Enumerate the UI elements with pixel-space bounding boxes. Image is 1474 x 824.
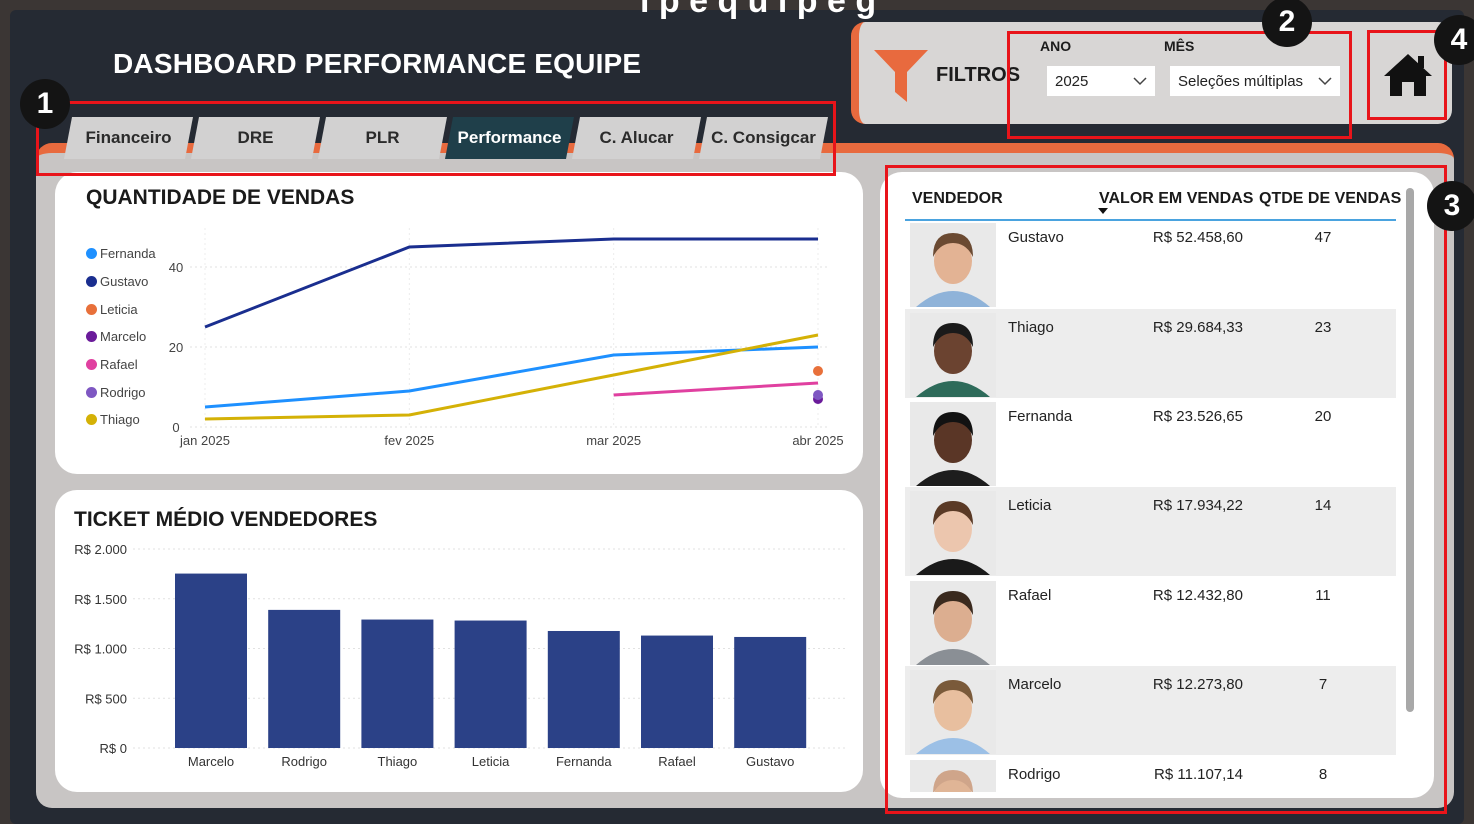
bar-marcelo[interactable]	[175, 573, 247, 748]
bar-rafael[interactable]	[641, 635, 713, 748]
bar-fernanda[interactable]	[547, 630, 620, 748]
bar-leticia[interactable]	[454, 620, 527, 748]
y-tick-label: R$ 1.500	[74, 592, 127, 607]
highlight-box-filters	[1007, 31, 1352, 139]
x-tick-label: Thiago	[378, 754, 418, 769]
x-tick-label: Leticia	[472, 754, 510, 769]
highlight-box-table	[885, 165, 1447, 814]
x-tick-label: Rodrigo	[281, 754, 327, 769]
x-tick-label: Marcelo	[188, 754, 234, 769]
x-tick-label: Gustavo	[746, 754, 794, 769]
bar-gustavo[interactable]	[734, 636, 807, 748]
highlight-box-tabs	[36, 101, 836, 176]
y-tick-label: R$ 500	[85, 691, 127, 706]
bar-thiago[interactable]	[361, 619, 434, 748]
y-tick-label: R$ 1.000	[74, 642, 127, 657]
y-tick-label: R$ 2.000	[74, 542, 127, 557]
x-tick-label: Fernanda	[556, 754, 612, 769]
y-tick-label: R$ 0	[100, 741, 127, 756]
x-tick-label: Rafael	[658, 754, 696, 769]
step-badge-1: 1	[20, 79, 70, 129]
step-badge-3: 3	[1427, 181, 1474, 231]
bar-rodrigo[interactable]	[268, 609, 341, 748]
